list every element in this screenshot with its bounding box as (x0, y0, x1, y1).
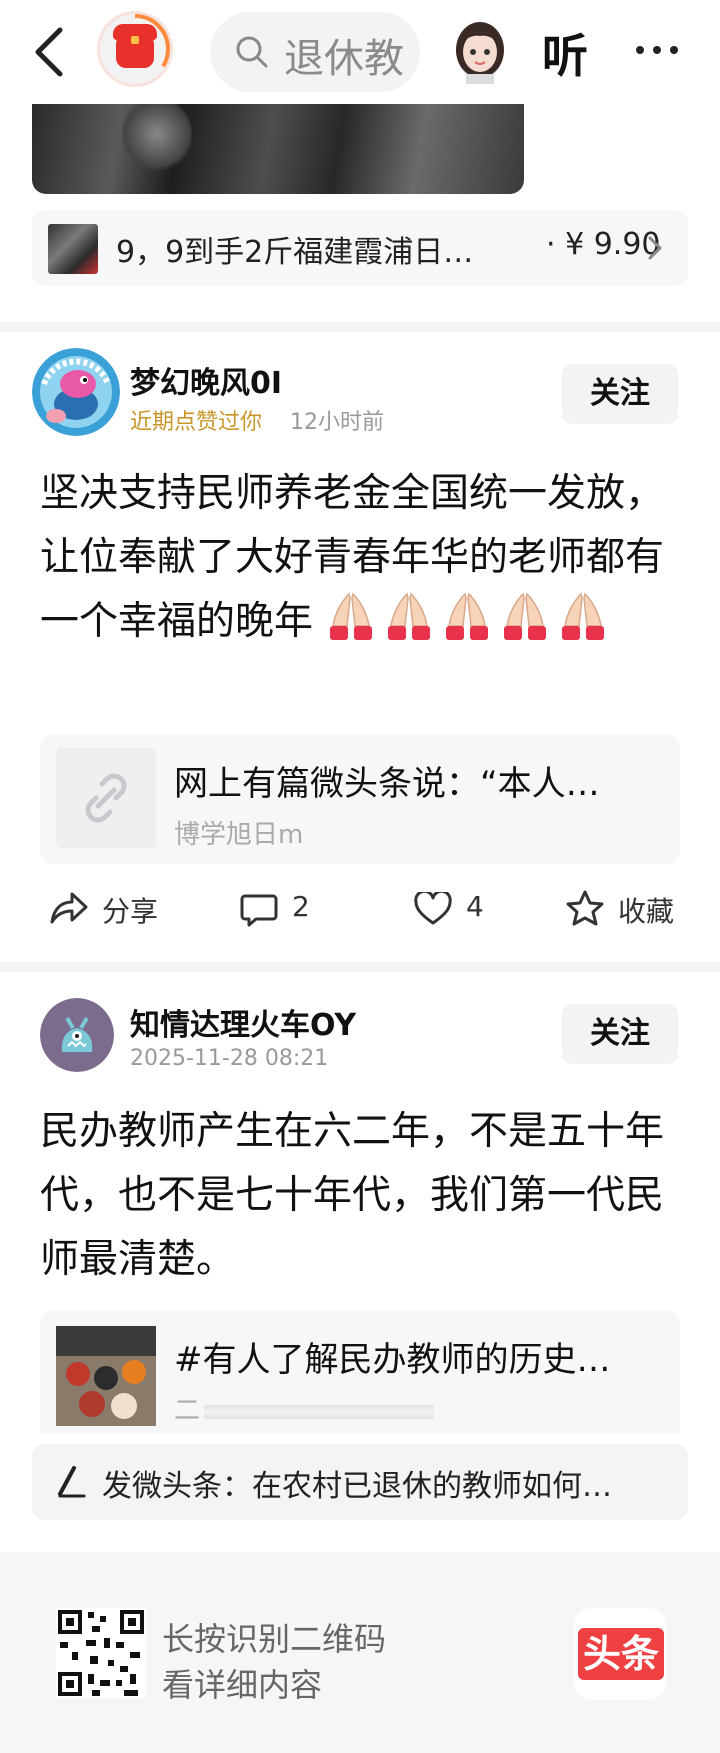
topic-thumbnail (56, 1326, 156, 1426)
user-avatar[interactable] (452, 20, 508, 84)
pray-emoji-group (325, 592, 615, 644)
post-meta: 近期点赞过你 12小时前 (130, 404, 384, 436)
like-count[interactable]: 4 (466, 890, 484, 923)
follow-button[interactable]: 关注 (562, 1004, 678, 1064)
topic-title: #有人了解民办教师的历史… (174, 1340, 611, 1380)
pen-icon (58, 1466, 86, 1498)
link-icon (56, 748, 156, 848)
ugc-prompt-text: 发微头条：在农村已退休的教师如何… (102, 1469, 612, 1504)
chevron-right-icon (648, 236, 662, 260)
qr-code[interactable] (56, 1608, 146, 1698)
post-author-name[interactable]: 知情达理火车OY (130, 1000, 356, 1044)
link-title: 网上有篇微头条说：“本人… (174, 764, 600, 804)
post-text: 民办教师产生在六二年，不是五十年代，也不是七十年代，我们第一代民师最清楚。 (40, 1109, 665, 1282)
pray-emoji-icon (388, 592, 431, 640)
post-body[interactable]: 坚决支持民师养老金全国统一发放，让位奉献了大好青春年华的老师都有一个幸福的晚年 (40, 462, 680, 654)
pray-emoji-icon (562, 592, 605, 640)
topic-card[interactable]: #有人了解民办教师的历史… 二 (40, 1310, 680, 1434)
link-author: 博学旭日m (174, 820, 304, 850)
share-icon[interactable] (48, 890, 88, 926)
post-author-name[interactable]: 梦幻晚风0I (130, 358, 282, 402)
red-packet-button[interactable] (100, 14, 170, 84)
more-icon[interactable] (632, 46, 682, 56)
post-body[interactable]: 民办教师产生在六二年，不是五十年代，也不是七十年代，我们第一代民师最清楚。 (40, 1100, 680, 1292)
listen-button[interactable]: 听 (542, 20, 588, 86)
search-icon (236, 36, 268, 68)
pray-emoji-icon (504, 592, 547, 640)
toutiao-logo: 头条 (578, 1628, 664, 1680)
comment-icon[interactable] (240, 892, 278, 928)
search-bar[interactable]: 退休教 (210, 12, 420, 92)
qr-hint-line1: 长按识别二维码 (162, 1620, 387, 1658)
post-author-avatar[interactable] (40, 998, 114, 1072)
qr-hint-line2: 看详细内容 (162, 1666, 323, 1704)
product-title: 9，9到手2斤福建霞浦日… (116, 235, 474, 270)
product-card[interactable]: 9，9到手2斤福建霞浦日… · ¥ 9.90 (32, 210, 688, 286)
product-thumbnail (48, 224, 98, 274)
follow-button[interactable]: 关注 (562, 364, 678, 424)
section-divider (0, 962, 720, 972)
share-label[interactable]: 分享 (102, 890, 158, 930)
like-icon[interactable] (414, 892, 452, 926)
section-divider (0, 322, 720, 332)
comment-count[interactable]: 2 (292, 890, 310, 923)
quoted-link-card[interactable]: 网上有篇微头条说：“本人… 博学旭日m (40, 734, 680, 864)
red-packet-icon (113, 24, 157, 68)
favorite-label[interactable]: 收藏 (618, 890, 674, 930)
topic-subtitle: 二 (174, 1390, 435, 1427)
post-time: 12小时前 (290, 410, 385, 435)
back-arrow-icon[interactable] (30, 24, 70, 80)
pray-emoji-icon (330, 592, 373, 640)
search-placeholder: 退休教 (284, 36, 404, 82)
liked-you-badge: 近期点赞过你 (130, 410, 263, 435)
post-image[interactable] (32, 104, 524, 194)
favorite-star-icon[interactable] (566, 890, 604, 926)
ugc-prompt-bar[interactable]: 发微头条：在农村已退休的教师如何… (32, 1444, 688, 1520)
post-author-avatar[interactable] (32, 348, 120, 436)
post-time: 2025-11-28 08:21 (130, 1046, 329, 1071)
pray-emoji-icon (446, 592, 489, 640)
